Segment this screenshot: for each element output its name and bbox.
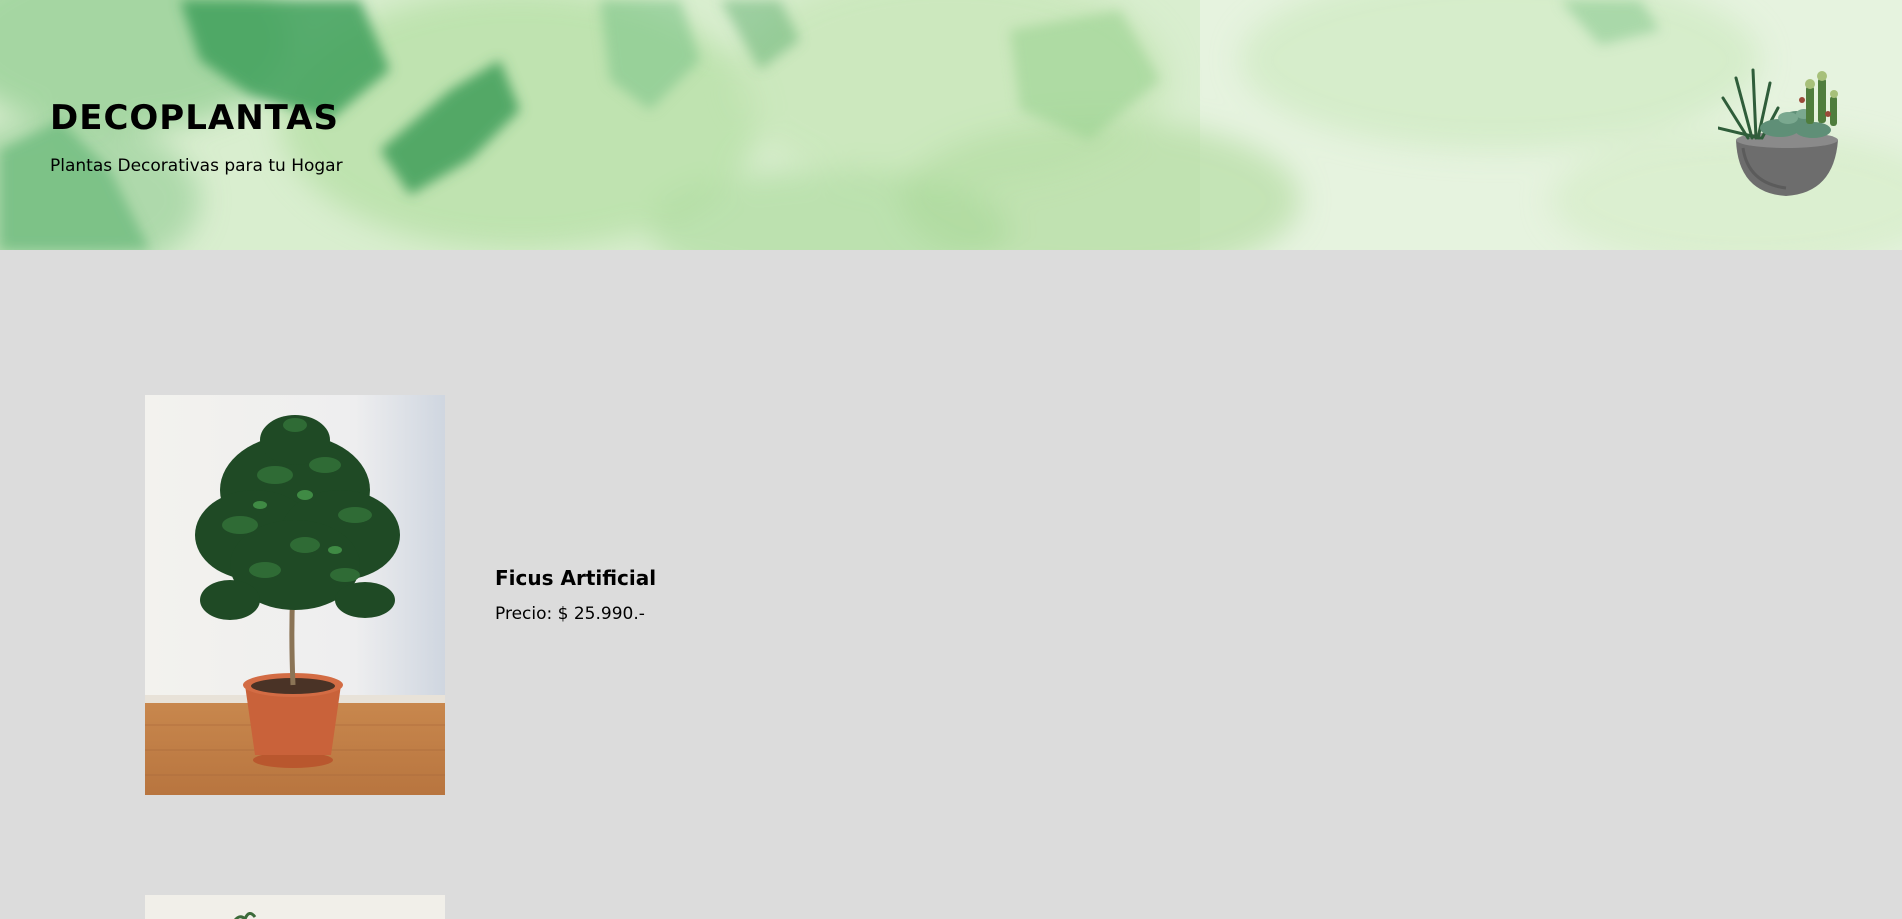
site-header: DECOPLANTAS Plantas Decorativas para tu …	[0, 0, 1902, 250]
product-catalog: Ficus Artificial Precio: $ 25.990.-	[0, 250, 1902, 919]
site-subtitle: Plantas Decorativas para tu Hogar	[50, 156, 343, 176]
next-product-image[interactable]	[145, 895, 445, 919]
brand-block: DECOPLANTAS Plantas Decorativas para tu …	[50, 98, 343, 176]
succulent-bowl-icon[interactable]	[1718, 58, 1853, 198]
site-title[interactable]: DECOPLANTAS	[50, 98, 343, 138]
product-price: Precio: $ 25.990.-	[495, 604, 645, 624]
ficus-plant-image[interactable]	[145, 395, 445, 795]
product-card[interactable]: Ficus Artificial Precio: $ 25.990.-	[145, 395, 656, 795]
product-name[interactable]: Ficus Artificial	[495, 566, 656, 590]
product-info: Ficus Artificial Precio: $ 25.990.-	[495, 566, 656, 624]
